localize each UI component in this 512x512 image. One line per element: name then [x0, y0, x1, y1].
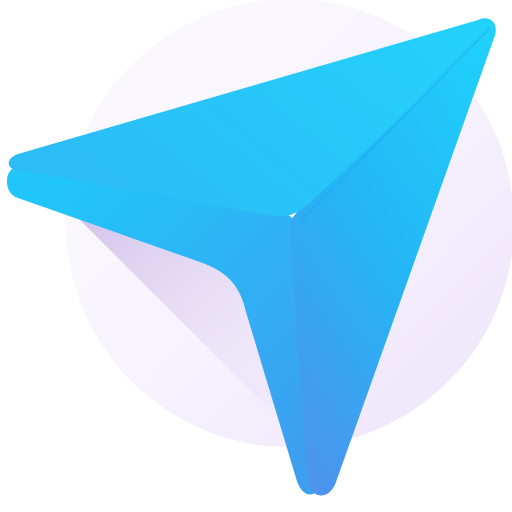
navigation-arrow-icon — [6, 0, 512, 496]
navigation-icon-canvas — [0, 0, 512, 512]
